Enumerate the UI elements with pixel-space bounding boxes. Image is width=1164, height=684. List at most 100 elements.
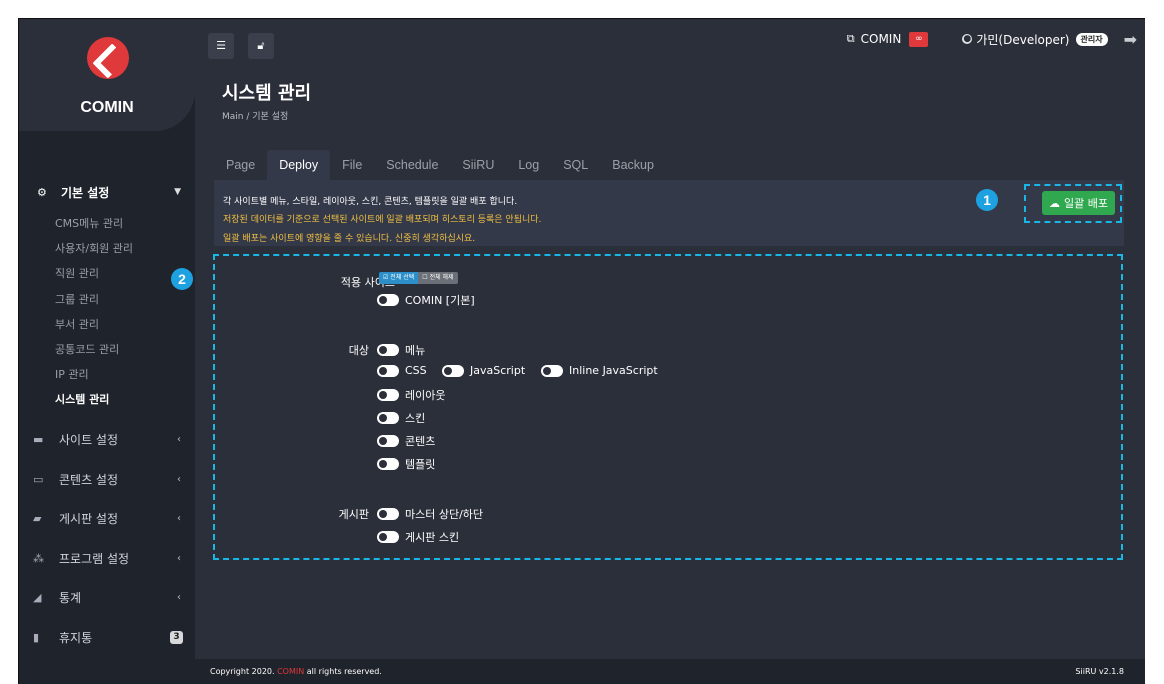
- sidebar-group-program[interactable]: ⁂ 프로그램 설정 ‹: [19, 540, 195, 576]
- target-toggle-contents[interactable]: 콘텐츠: [377, 433, 435, 449]
- toggle-label: 스킨: [405, 412, 426, 425]
- toggle-switch[interactable]: [377, 458, 399, 470]
- callout-badge-2: 2: [171, 268, 193, 290]
- chevron-left-icon: ‹: [177, 433, 181, 445]
- toggle-label: CSS: [405, 364, 427, 377]
- target-toggle-css[interactable]: CSS: [377, 364, 427, 377]
- site-link[interactable]: COMIN: [861, 32, 902, 46]
- select-all-button[interactable]: ☑ 전체 선택: [379, 272, 419, 284]
- lock-button[interactable]: 🔓︎: [248, 33, 274, 59]
- target-toggle-layout[interactable]: 레이아웃: [377, 387, 445, 403]
- select-all-label: 전체 선택: [390, 274, 415, 281]
- toggle-switch[interactable]: [541, 364, 563, 377]
- tab-file[interactable]: File: [330, 150, 374, 180]
- sidebar-group-site[interactable]: ▬ 사이트 설정 ‹: [19, 421, 195, 457]
- tab-bar: Page Deploy File Schedule SiiRU Log SQL …: [214, 150, 666, 180]
- target-toggle-inline-javascript[interactable]: Inline JavaScript: [541, 364, 658, 377]
- toggle-switch[interactable]: [442, 364, 464, 377]
- toggle-switch[interactable]: [377, 412, 399, 424]
- tab-sql[interactable]: SQL: [551, 150, 600, 180]
- toggle-switch[interactable]: [377, 508, 399, 520]
- target-toggle-javascript[interactable]: JavaScript: [442, 364, 525, 377]
- sidebar-group-board[interactable]: ▰ 게시판 설정 ‹: [19, 500, 195, 536]
- notice-line-3: 일괄 배포는 사이트에 영향을 줄 수 있습니다. 신중히 생각하십시요.: [223, 234, 476, 244]
- board-label: 게시판: [338, 508, 369, 521]
- logout-icon[interactable]: ➡: [1124, 30, 1137, 49]
- sidebar-group-stats[interactable]: ◢ 통계 ‹: [19, 579, 195, 615]
- sidebar-subnav: CMS메뉴 관리 사용자/회원 관리 직원 관리 그룹 관리 부서 관리 공통코…: [19, 211, 195, 413]
- toggle-label: JavaScript: [470, 364, 526, 377]
- sitemap-icon: ⁂: [33, 551, 44, 565]
- toggle-switch[interactable]: [377, 294, 399, 306]
- toggle-label: 마스터 상단/하단: [405, 508, 484, 521]
- page-title: 시스템 관리: [222, 83, 312, 104]
- toggle-label: 메뉴: [405, 344, 426, 357]
- logo-icon: [87, 37, 129, 79]
- tab-schedule[interactable]: Schedule: [374, 150, 450, 180]
- tab-siiru[interactable]: SiiRU: [450, 150, 506, 180]
- callout-badge-1: 1: [976, 189, 998, 211]
- chevron-down-icon: ▼: [174, 187, 181, 197]
- tab-deploy[interactable]: Deploy: [267, 150, 331, 180]
- sidebar-group-trash[interactable]: ▮ 휴지통 3: [19, 619, 195, 655]
- notice-line-1: 각 사이트별 메뉴, 스타일, 레이아웃, 스킨, 콘텐츠, 템플릿을 일괄 배…: [223, 197, 518, 207]
- version-label: SiiRU v2.1.8: [1075, 667, 1124, 676]
- comments-icon: ▰: [33, 511, 42, 525]
- list-toggle-button[interactable]: ☰: [208, 33, 234, 59]
- toggle-label: COMIN [기본]: [405, 294, 475, 307]
- sidebar-item-ip[interactable]: IP 관리: [19, 362, 195, 387]
- toggle-switch[interactable]: [377, 531, 399, 543]
- sidebar-item-departments[interactable]: 부서 관리: [19, 312, 195, 337]
- toggle-switch[interactable]: [377, 344, 399, 356]
- link-icon[interactable]: ∞: [909, 31, 929, 47]
- deselect-all-button[interactable]: ☐ 전체 해제: [418, 272, 458, 284]
- user-name[interactable]: 가민(Developer): [976, 31, 1069, 48]
- sidebar-group-contents[interactable]: ▭ 콘텐츠 설정 ‹: [19, 461, 195, 497]
- cloud-upload-icon: ☁: [1049, 196, 1060, 210]
- sidebar-group-label: 통계: [59, 590, 82, 605]
- trash-icon: ▮: [33, 630, 40, 644]
- copyright-brand[interactable]: COMIN: [277, 667, 304, 676]
- gears-icon: ⚙: [37, 185, 47, 199]
- board-toggle-master[interactable]: 마스터 상단/하단: [377, 506, 483, 522]
- copyright-prefix: Copyright 2020.: [210, 667, 278, 676]
- chevron-left-icon: ‹: [177, 552, 181, 564]
- tab-log[interactable]: Log: [506, 150, 551, 180]
- chevron-left-icon: ‹: [177, 591, 181, 603]
- sidebar-group-label: 프로그램 설정: [59, 551, 130, 566]
- sidebar-section-basic-settings[interactable]: ⚙ 기본 설정 ▼: [19, 175, 195, 209]
- toggle-label: 콘텐츠: [405, 435, 436, 448]
- sidebar-item-groups[interactable]: 그룹 관리: [19, 287, 195, 312]
- sidebar-group-label: 게시판 설정: [59, 511, 119, 526]
- sidebar-item-cms-menu[interactable]: CMS메뉴 관리: [19, 211, 195, 236]
- card-icon: ▭: [33, 472, 44, 486]
- tab-page[interactable]: Page: [214, 150, 267, 180]
- sidebar-section-label: 기본 설정: [61, 185, 110, 200]
- tab-backup[interactable]: Backup: [600, 150, 666, 180]
- bulk-deploy-button[interactable]: ☁ 일괄 배포: [1042, 191, 1115, 215]
- toggle-label: 템플릿: [405, 458, 436, 471]
- toggle-switch[interactable]: [377, 435, 399, 447]
- sidebar: COMIN ⚙ 기본 설정 ▼ CMS메뉴 관리 사용자/회원 관리 직원 관리…: [19, 19, 195, 684]
- role-badge: 관리자: [1075, 32, 1108, 46]
- user-icon: ●: [962, 34, 973, 44]
- sidebar-item-users[interactable]: 사용자/회원 관리: [19, 236, 195, 261]
- site-toggle-comin[interactable]: COMIN [기본]: [377, 292, 475, 308]
- bulk-deploy-label: 일괄 배포: [1064, 197, 1108, 210]
- toggle-switch[interactable]: [377, 389, 399, 401]
- server-icon: ▬: [33, 432, 44, 446]
- sidebar-group-label: 휴지통: [59, 630, 93, 645]
- target-toggle-skin[interactable]: 스킨: [377, 410, 425, 426]
- sidebar-item-system[interactable]: 시스템 관리: [19, 387, 195, 412]
- toggle-switch[interactable]: [377, 364, 399, 377]
- target-label: 대상: [348, 344, 369, 357]
- sidebar-item-staff[interactable]: 직원 관리: [19, 261, 195, 286]
- target-toggle-template[interactable]: 템플릿: [377, 456, 435, 472]
- breadcrumb: Main / 기본 설정: [222, 112, 289, 122]
- sidebar-item-common-codes[interactable]: 공통코드 관리: [19, 337, 195, 362]
- target-toggle-menu[interactable]: 메뉴: [377, 342, 425, 358]
- external-link-icon: ⧉: [846, 32, 855, 45]
- site-select-buttons: ☑ 전체 선택 ☐ 전체 해제: [379, 272, 458, 284]
- board-toggle-skin[interactable]: 게시판 스킨: [377, 529, 459, 545]
- copyright-suffix: all rights reserved.: [304, 667, 382, 676]
